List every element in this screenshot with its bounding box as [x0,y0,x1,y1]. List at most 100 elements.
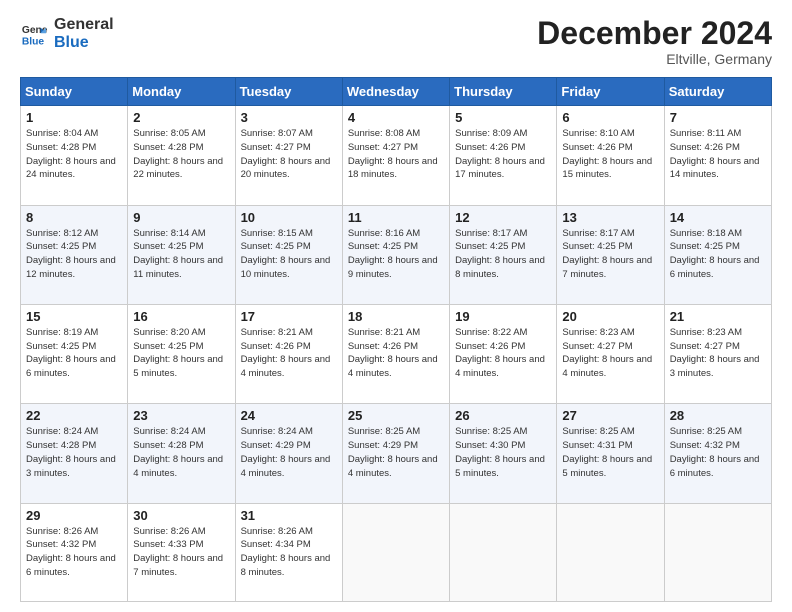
month-title: December 2024 [537,16,772,51]
day-number: 10 [241,210,338,225]
table-row: 8 Sunrise: 8:12 AMSunset: 4:25 PMDayligh… [21,205,128,304]
day-info: Sunrise: 8:12 AMSunset: 4:25 PMDaylight:… [26,228,116,280]
day-info: Sunrise: 8:25 AMSunset: 4:30 PMDaylight:… [455,426,545,478]
table-row: 14 Sunrise: 8:18 AMSunset: 4:25 PMDaylig… [664,205,771,304]
day-info: Sunrise: 8:10 AMSunset: 4:26 PMDaylight:… [562,128,652,180]
day-info: Sunrise: 8:26 AMSunset: 4:32 PMDaylight:… [26,526,116,578]
day-info: Sunrise: 8:17 AMSunset: 4:25 PMDaylight:… [455,228,545,280]
day-info: Sunrise: 8:23 AMSunset: 4:27 PMDaylight:… [670,327,760,379]
table-row: 27 Sunrise: 8:25 AMSunset: 4:31 PMDaylig… [557,404,664,503]
svg-text:Blue: Blue [22,36,45,47]
location: Eltville, Germany [537,51,772,67]
day-info: Sunrise: 8:18 AMSunset: 4:25 PMDaylight:… [670,228,760,280]
day-number: 16 [133,309,230,324]
col-sunday: Sunday [21,78,128,106]
day-info: Sunrise: 8:21 AMSunset: 4:26 PMDaylight:… [348,327,438,379]
day-number: 11 [348,210,445,225]
col-monday: Monday [128,78,235,106]
day-number: 28 [670,408,767,423]
table-row: 20 Sunrise: 8:23 AMSunset: 4:27 PMDaylig… [557,304,664,403]
day-info: Sunrise: 8:25 AMSunset: 4:31 PMDaylight:… [562,426,652,478]
table-row: 12 Sunrise: 8:17 AMSunset: 4:25 PMDaylig… [450,205,557,304]
table-row: 28 Sunrise: 8:25 AMSunset: 4:32 PMDaylig… [664,404,771,503]
table-row: 15 Sunrise: 8:19 AMSunset: 4:25 PMDaylig… [21,304,128,403]
day-number: 17 [241,309,338,324]
day-number: 25 [348,408,445,423]
table-row: 13 Sunrise: 8:17 AMSunset: 4:25 PMDaylig… [557,205,664,304]
table-row: 18 Sunrise: 8:21 AMSunset: 4:26 PMDaylig… [342,304,449,403]
logo-icon: General Blue [20,20,48,48]
col-friday: Friday [557,78,664,106]
table-row: 25 Sunrise: 8:25 AMSunset: 4:29 PMDaylig… [342,404,449,503]
day-number: 4 [348,110,445,125]
table-row: 23 Sunrise: 8:24 AMSunset: 4:28 PMDaylig… [128,404,235,503]
day-number: 18 [348,309,445,324]
table-row: 30 Sunrise: 8:26 AMSunset: 4:33 PMDaylig… [128,503,235,601]
table-row [557,503,664,601]
day-info: Sunrise: 8:24 AMSunset: 4:28 PMDaylight:… [133,426,223,478]
day-info: Sunrise: 8:24 AMSunset: 4:28 PMDaylight:… [26,426,116,478]
table-row: 6 Sunrise: 8:10 AMSunset: 4:26 PMDayligh… [557,106,664,205]
table-row: 16 Sunrise: 8:20 AMSunset: 4:25 PMDaylig… [128,304,235,403]
table-row [342,503,449,601]
table-row: 5 Sunrise: 8:09 AMSunset: 4:26 PMDayligh… [450,106,557,205]
day-info: Sunrise: 8:19 AMSunset: 4:25 PMDaylight:… [26,327,116,379]
day-number: 5 [455,110,552,125]
day-number: 14 [670,210,767,225]
day-number: 6 [562,110,659,125]
day-number: 26 [455,408,552,423]
table-row: 10 Sunrise: 8:15 AMSunset: 4:25 PMDaylig… [235,205,342,304]
table-row: 26 Sunrise: 8:25 AMSunset: 4:30 PMDaylig… [450,404,557,503]
day-number: 2 [133,110,230,125]
table-row: 19 Sunrise: 8:22 AMSunset: 4:26 PMDaylig… [450,304,557,403]
table-row: 9 Sunrise: 8:14 AMSunset: 4:25 PMDayligh… [128,205,235,304]
table-row [664,503,771,601]
day-number: 15 [26,309,123,324]
table-row: 17 Sunrise: 8:21 AMSunset: 4:26 PMDaylig… [235,304,342,403]
col-thursday: Thursday [450,78,557,106]
day-number: 13 [562,210,659,225]
day-info: Sunrise: 8:07 AMSunset: 4:27 PMDaylight:… [241,128,331,180]
day-number: 24 [241,408,338,423]
day-number: 31 [241,508,338,523]
day-info: Sunrise: 8:25 AMSunset: 4:29 PMDaylight:… [348,426,438,478]
day-info: Sunrise: 8:08 AMSunset: 4:27 PMDaylight:… [348,128,438,180]
day-info: Sunrise: 8:23 AMSunset: 4:27 PMDaylight:… [562,327,652,379]
day-info: Sunrise: 8:16 AMSunset: 4:25 PMDaylight:… [348,228,438,280]
header-row: Sunday Monday Tuesday Wednesday Thursday… [21,78,772,106]
table-row: 31 Sunrise: 8:26 AMSunset: 4:34 PMDaylig… [235,503,342,601]
table-row [450,503,557,601]
day-info: Sunrise: 8:25 AMSunset: 4:32 PMDaylight:… [670,426,760,478]
day-info: Sunrise: 8:05 AMSunset: 4:28 PMDaylight:… [133,128,223,180]
day-info: Sunrise: 8:24 AMSunset: 4:29 PMDaylight:… [241,426,331,478]
logo: General Blue General Blue [20,16,114,51]
calendar: Sunday Monday Tuesday Wednesday Thursday… [20,77,772,602]
day-number: 8 [26,210,123,225]
day-number: 30 [133,508,230,523]
col-wednesday: Wednesday [342,78,449,106]
day-number: 23 [133,408,230,423]
table-row: 2 Sunrise: 8:05 AMSunset: 4:28 PMDayligh… [128,106,235,205]
day-number: 20 [562,309,659,324]
logo-line2: Blue [54,34,114,52]
day-number: 21 [670,309,767,324]
title-block: December 2024 Eltville, Germany [537,16,772,67]
day-number: 1 [26,110,123,125]
day-number: 29 [26,508,123,523]
day-number: 9 [133,210,230,225]
table-row: 29 Sunrise: 8:26 AMSunset: 4:32 PMDaylig… [21,503,128,601]
table-row: 22 Sunrise: 8:24 AMSunset: 4:28 PMDaylig… [21,404,128,503]
page: General Blue General Blue December 2024 … [0,0,792,612]
day-number: 3 [241,110,338,125]
header: General Blue General Blue December 2024 … [20,16,772,67]
day-info: Sunrise: 8:04 AMSunset: 4:28 PMDaylight:… [26,128,116,180]
day-info: Sunrise: 8:09 AMSunset: 4:26 PMDaylight:… [455,128,545,180]
day-number: 19 [455,309,552,324]
day-info: Sunrise: 8:11 AMSunset: 4:26 PMDaylight:… [670,128,760,180]
logo-line1: General [54,16,114,34]
table-row: 24 Sunrise: 8:24 AMSunset: 4:29 PMDaylig… [235,404,342,503]
day-info: Sunrise: 8:17 AMSunset: 4:25 PMDaylight:… [562,228,652,280]
day-info: Sunrise: 8:21 AMSunset: 4:26 PMDaylight:… [241,327,331,379]
table-row: 21 Sunrise: 8:23 AMSunset: 4:27 PMDaylig… [664,304,771,403]
day-number: 22 [26,408,123,423]
